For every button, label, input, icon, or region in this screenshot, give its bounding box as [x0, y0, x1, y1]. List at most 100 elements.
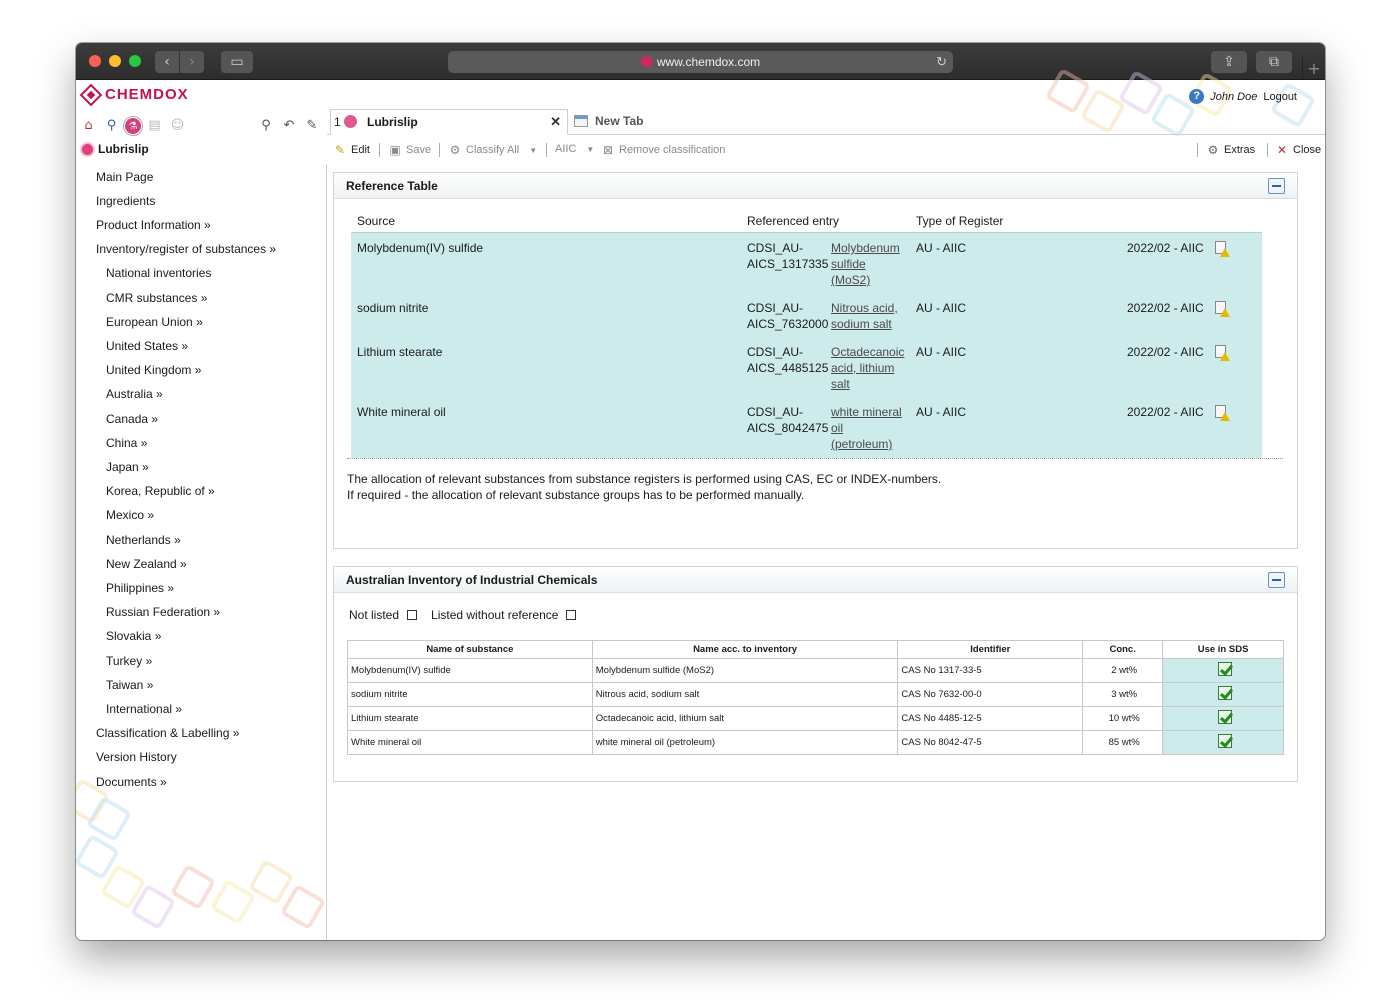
nav-slovakia[interactable]: Slovakia » [106, 629, 161, 643]
entry-link-line[interactable]: sulfide [831, 256, 900, 272]
share-button[interactable]: ⇪ [1211, 51, 1247, 73]
collapse-button[interactable] [1268, 572, 1285, 588]
entry-link[interactable]: Nitrous acid, sodium salt [831, 300, 898, 332]
entry-link-line[interactable]: Octadecanoic [831, 344, 904, 360]
back-button[interactable]: ‹ [155, 51, 179, 73]
register-version-cell: 2022/02 - AIIC [1127, 405, 1204, 419]
nav-united-states[interactable]: United States » [106, 339, 188, 353]
inventory-name-cell: Octadecanoic acid, lithium salt [591, 706, 899, 731]
substance-name-cell: White mineral oil [347, 730, 593, 755]
nav-classification-labelling[interactable]: Classification & Labelling » [96, 726, 239, 740]
tab-new[interactable]: New Tab [574, 109, 674, 135]
nav-turkey[interactable]: Turkey » [106, 654, 152, 668]
address-url: www.chemdox.com [656, 55, 761, 69]
nav-australia[interactable]: Australia » [106, 387, 163, 401]
entry-link-line[interactable]: Nitrous acid, [831, 300, 898, 316]
collapse-button[interactable] [1268, 178, 1285, 194]
share-icon: ⇪ [1223, 54, 1235, 70]
nav-main-page[interactable]: Main Page [96, 170, 153, 184]
column-header[interactable]: Name acc. to inventory [591, 640, 899, 659]
entry-link-line[interactable]: salt [831, 376, 904, 392]
entry-link[interactable]: Octadecanoic acid, lithium salt [831, 344, 904, 392]
register-warning-icon[interactable] [1215, 345, 1230, 361]
sidebar-toggle-button[interactable]: ▭ [221, 51, 253, 73]
register-warning-icon[interactable] [1215, 241, 1230, 257]
nav-korea[interactable]: Korea, Republic of » [106, 484, 215, 498]
chemdox-logo[interactable]: CHEMDOX [79, 83, 189, 106]
extras-button[interactable]: ⚙ Extras [1206, 143, 1256, 157]
pin-icon[interactable]: ✎ [303, 117, 321, 135]
entry-link-line[interactable]: Molybdenum [831, 240, 900, 256]
entry-link-line[interactable]: oil [831, 420, 902, 436]
tab-overview-button[interactable]: ⧉ [1256, 51, 1292, 73]
forward-button[interactable]: › [180, 51, 204, 73]
home-icon[interactable]: ⌂ [79, 117, 98, 135]
entry-link-line[interactable]: acid, lithium [831, 360, 904, 376]
column-header[interactable]: Name of substance [347, 640, 593, 659]
nav-documents[interactable]: Documents » [96, 775, 167, 789]
users-icon[interactable]: ☺ [168, 117, 187, 135]
nav-taiwan[interactable]: Taiwan » [106, 678, 153, 692]
close-button[interactable]: ✕ Close [1275, 143, 1321, 157]
aiic-dropdown[interactable]: AIIC ▼ [555, 143, 594, 155]
logout-link[interactable]: Logout [1263, 91, 1297, 103]
remove-classification-button[interactable]: ⊠ Remove classification [601, 143, 725, 157]
checkmark-icon[interactable] [1217, 686, 1232, 700]
edit-button[interactable]: ✎ Edit [333, 143, 370, 157]
help-icon[interactable]: ? [1189, 89, 1205, 104]
register-warning-icon[interactable] [1215, 301, 1230, 317]
search-tree-icon[interactable]: ⚲ [257, 117, 275, 135]
nav-united-kingdom[interactable]: United Kingdom » [106, 363, 201, 377]
nav-canada[interactable]: Canada » [106, 412, 158, 426]
nav-inventory-register[interactable]: Inventory/register of substances » [96, 242, 276, 256]
register-warning-icon[interactable] [1215, 405, 1230, 421]
nav-philippines[interactable]: Philippines » [106, 581, 174, 595]
column-header[interactable]: Use in SDS [1162, 640, 1284, 659]
nav-international[interactable]: International » [106, 702, 182, 716]
save-button[interactable]: ▣ Save [388, 143, 431, 157]
document-icon[interactable]: ▤ [145, 117, 164, 135]
register-type-cell: AU - AIIC [916, 241, 967, 255]
entry-link[interactable]: white mineral oil (petroleum) [831, 404, 902, 452]
nav-european-union[interactable]: European Union » [106, 315, 203, 329]
close-icon[interactable]: ✕ [550, 110, 561, 134]
nav-version-history[interactable]: Version History [96, 750, 177, 764]
reload-icon[interactable]: ↻ [936, 51, 947, 73]
entry-link-line[interactable]: (MoS2) [831, 272, 900, 288]
search-icon[interactable]: ⚲ [102, 117, 121, 135]
nav-new-zealand[interactable]: New Zealand » [106, 557, 187, 571]
nav-russian-federation[interactable]: Russian Federation » [106, 605, 220, 619]
use-in-sds-cell [1162, 706, 1284, 731]
nav-national-inventories[interactable]: National inventories [106, 266, 211, 280]
entry-link-line[interactable]: (petroleum) [831, 436, 902, 452]
nav-mexico[interactable]: Mexico » [106, 508, 154, 522]
entry-link-line[interactable]: sodium salt [831, 316, 898, 332]
tab-lubrislip[interactable]: 1 Lubrislip ✕ [330, 109, 568, 135]
nav-ingredients[interactable]: Ingredients [96, 194, 155, 208]
nav-japan[interactable]: Japan » [106, 460, 149, 474]
history-icon[interactable]: ↶ [280, 117, 298, 135]
register-version-cell: 2022/02 - AIIC [1127, 301, 1204, 315]
conc-cell: 2 wt% [1082, 658, 1164, 683]
checkmark-icon[interactable] [1217, 734, 1232, 748]
column-header[interactable]: Conc. [1082, 640, 1164, 659]
column-header[interactable]: Identifier [897, 640, 1084, 659]
entry-link[interactable]: Molybdenum sulfide (MoS2) [831, 240, 900, 288]
checkmark-icon[interactable] [1217, 662, 1232, 676]
product-icon[interactable]: ⚗ [123, 116, 143, 136]
filter-without-reference-checkbox[interactable] [566, 610, 577, 620]
entry-link-line[interactable]: white mineral [831, 404, 902, 420]
address-bar[interactable]: www.chemdox.com ↻ [448, 51, 953, 73]
nav-product-information[interactable]: Product Information » [96, 218, 211, 232]
classify-all-button[interactable]: ⚙ Classify All ▼ [448, 143, 538, 157]
use-in-sds-cell [1162, 682, 1284, 707]
nav-netherlands[interactable]: Netherlands » [106, 533, 181, 547]
filter-not-listed-checkbox[interactable] [407, 610, 418, 620]
new-browser-tab-button[interactable]: + [1302, 57, 1325, 80]
zoom-window-button[interactable] [129, 55, 141, 67]
nav-cmr-substances[interactable]: CMR substances » [106, 291, 207, 305]
close-window-button[interactable] [89, 55, 101, 67]
minimize-window-button[interactable] [109, 55, 121, 67]
checkmark-icon[interactable] [1217, 710, 1232, 724]
nav-china[interactable]: China » [106, 436, 147, 450]
